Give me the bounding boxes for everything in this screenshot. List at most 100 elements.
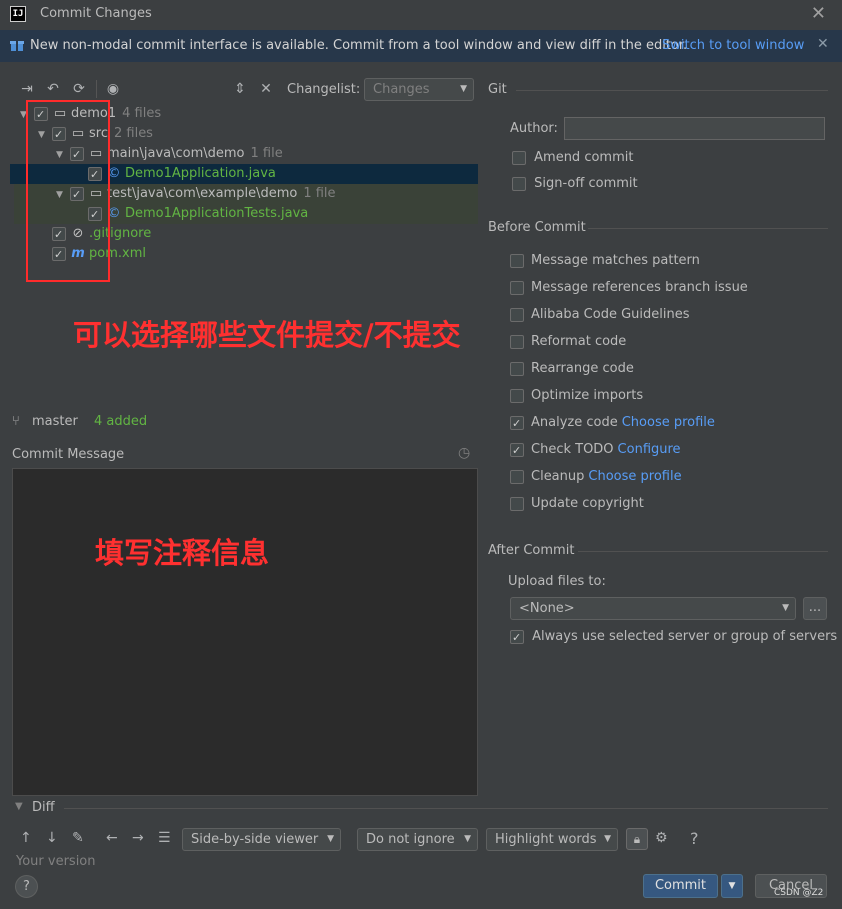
chevron-down-icon: ▼ <box>604 834 611 844</box>
collapse-all-icon[interactable]: ✕ <box>255 78 277 100</box>
changelist-value: Changes <box>373 82 430 97</box>
branch-icon: ⑂ <box>12 414 20 429</box>
upload-server-select[interactable]: <None> ▼ <box>510 597 796 620</box>
always-use-checkbox-box[interactable] <box>510 629 524 644</box>
before-commit-option[interactable]: Alibaba Code Guidelines <box>510 305 748 325</box>
gear-icon[interactable]: ⚙ <box>655 830 668 846</box>
changelist-select[interactable]: Changes ▼ <box>364 78 474 101</box>
banner-close-icon[interactable]: ✕ <box>817 36 829 52</box>
option-link[interactable]: Choose profile <box>588 469 681 484</box>
option-checkbox[interactable] <box>510 361 524 376</box>
option-checkbox[interactable] <box>510 469 524 484</box>
before-commit-title: Before Commit <box>488 220 586 235</box>
expand-diff-icon[interactable]: ⇥ <box>16 78 38 100</box>
before-commit-option[interactable]: Optimize imports <box>510 386 748 406</box>
before-commit-option[interactable]: Check TODO Configure <box>510 440 748 460</box>
option-label: Update copyright <box>531 496 644 511</box>
git-separator <box>516 90 828 91</box>
annotation-files: 可以选择哪些文件提交/不提交 <box>73 318 461 352</box>
ignore-value: Do not ignore <box>366 832 455 847</box>
signoff-label: Sign-off commit <box>534 176 638 191</box>
collapse-diff-icon[interactable]: ▼ <box>15 801 23 812</box>
lock-icon[interactable]: 🔒︎ <box>626 828 648 850</box>
gift-icon <box>10 41 24 51</box>
commit-button[interactable]: Commit <box>643 874 718 898</box>
tree-item-count: 1 file <box>250 146 283 161</box>
option-label: Message references branch issue <box>531 280 748 295</box>
arrow-down-icon[interactable]: ↓ <box>46 830 58 846</box>
before-commit-option[interactable]: Message references branch issue <box>510 278 748 298</box>
commit-message-input[interactable] <box>12 468 478 796</box>
upload-label: Upload files to: <box>508 574 606 589</box>
switch-to-tool-window-link[interactable]: Switch to tool window <box>662 38 804 53</box>
viewer-select[interactable]: Side-by-side viewer ▼ <box>182 828 341 851</box>
commit-message-label: Commit Message <box>12 447 125 462</box>
list-icon[interactable]: ☰ <box>158 830 171 846</box>
highlight-value: Highlight words <box>495 832 597 847</box>
your-version-label: Your version <box>16 854 96 866</box>
intellij-logo-icon: IJ <box>10 6 26 22</box>
option-label: Check TODO <box>531 442 614 457</box>
before-commit-option[interactable]: Rearrange code <box>510 359 748 379</box>
chevron-down-icon: ▼ <box>464 834 471 844</box>
amend-label: Amend commit <box>534 150 634 165</box>
option-link[interactable]: Configure <box>618 442 681 457</box>
before-commit-option[interactable]: Update copyright <box>510 494 748 514</box>
arrow-right-icon[interactable]: → <box>132 830 144 846</box>
chevron-down-icon: ▼ <box>327 834 334 844</box>
option-checkbox[interactable] <box>510 442 524 457</box>
tree-item-count: 4 files <box>122 106 162 121</box>
before-commit-option[interactable]: Reformat code <box>510 332 748 352</box>
changelist-label: Changelist: <box>287 82 361 97</box>
tree-item-count: 2 files <box>113 126 153 141</box>
signoff-checkbox-box[interactable] <box>512 176 526 191</box>
tree-item-name: test\java\com\example\demo <box>107 186 298 201</box>
expand-all-icon[interactable]: ⇕ <box>229 78 251 100</box>
tree-item-name: main\java\com\demo <box>107 146 245 161</box>
tree-item-name: Demo1Application.java <box>125 166 276 181</box>
diff-help-icon[interactable]: ? <box>690 829 699 848</box>
commit-options-chevron-icon[interactable]: ▼ <box>721 874 743 898</box>
rollback-icon[interactable]: ↶ <box>42 78 64 100</box>
window-title: Commit Changes <box>40 6 152 21</box>
amend-commit-checkbox[interactable]: Amend commit <box>512 148 633 168</box>
option-checkbox[interactable] <box>510 307 524 322</box>
eye-icon[interactable]: ◉ <box>102 78 124 100</box>
before-commit-option[interactable]: Cleanup Choose profile <box>510 467 748 487</box>
help-button[interactable]: ? <box>15 875 38 898</box>
option-label: Alibaba Code Guidelines <box>531 307 690 322</box>
option-label: Analyze code <box>531 415 618 430</box>
author-input[interactable] <box>564 117 825 140</box>
ignore-select[interactable]: Do not ignore ▼ <box>357 828 478 851</box>
before-commit-option[interactable]: Message matches pattern <box>510 251 748 271</box>
after-commit-title: After Commit <box>488 543 575 558</box>
before-commit-option[interactable]: Analyze code Choose profile <box>510 413 748 433</box>
watermark: CSDN @Z2 <box>774 888 824 898</box>
chevron-down-icon: ▼ <box>782 603 789 613</box>
chevron-down-icon: ▼ <box>460 84 467 94</box>
option-checkbox[interactable] <box>510 388 524 403</box>
highlight-select[interactable]: Highlight words ▼ <box>486 828 618 851</box>
amend-checkbox-box[interactable] <box>512 150 526 165</box>
annotation-box <box>26 100 110 282</box>
close-icon[interactable]: ✕ <box>811 3 826 24</box>
refresh-icon[interactable]: ⟳ <box>68 78 90 100</box>
option-checkbox[interactable] <box>510 496 524 511</box>
option-checkbox[interactable] <box>510 280 524 295</box>
arrow-left-icon[interactable]: ← <box>106 830 118 846</box>
signoff-commit-checkbox[interactable]: Sign-off commit <box>512 174 638 194</box>
always-use-checkbox[interactable]: Always use selected server or group of s… <box>510 627 837 647</box>
option-checkbox[interactable] <box>510 334 524 349</box>
edit-icon[interactable]: ✎ <box>72 830 84 846</box>
arrow-up-icon[interactable]: ↑ <box>20 830 32 846</box>
after-commit-separator <box>578 551 828 552</box>
option-checkbox[interactable] <box>510 415 524 430</box>
option-link[interactable]: Choose profile <box>622 415 715 430</box>
viewer-value: Side-by-side viewer <box>191 832 319 847</box>
added-count: 4 added <box>94 414 148 429</box>
option-checkbox[interactable] <box>510 253 524 268</box>
history-icon[interactable]: ◷ <box>458 445 470 461</box>
upload-server-value: <None> <box>519 601 575 616</box>
option-label: Cleanup <box>531 469 585 484</box>
browse-button[interactable]: ... <box>803 597 827 620</box>
